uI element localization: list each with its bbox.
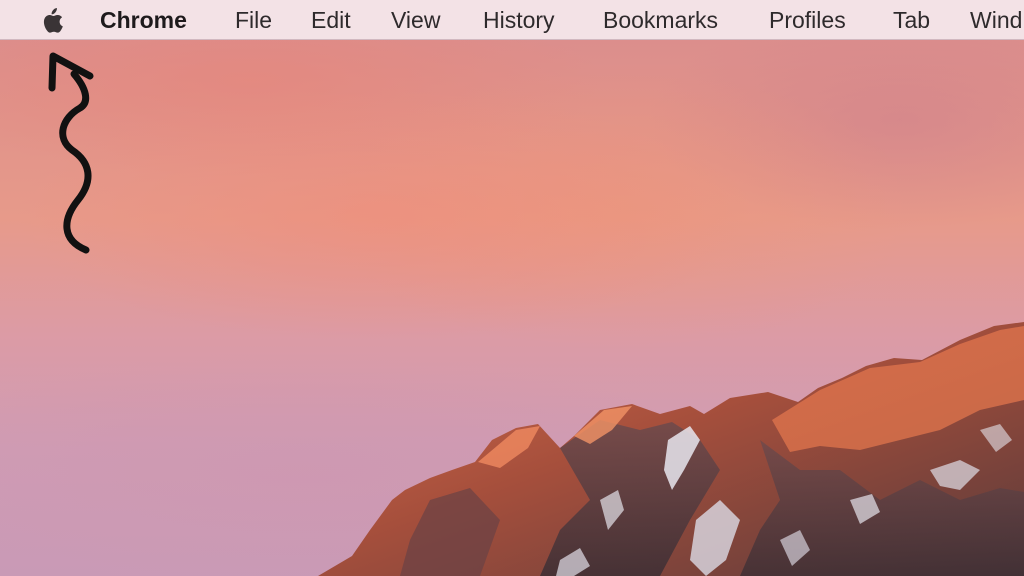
mountain-scenery [318,322,1024,576]
menu-view[interactable]: View [391,0,440,40]
menu-edit[interactable]: Edit [311,0,351,40]
apple-logo-icon[interactable] [38,7,64,35]
menu-bookmarks[interactable]: Bookmarks [603,0,718,40]
desktop: Chrome File Edit View History Bookmarks … [0,0,1024,576]
menu-file[interactable]: File [235,0,272,40]
menu-tab[interactable]: Tab [893,0,930,40]
menu-window[interactable]: Wind [970,0,1022,40]
hand-drawn-arrow-icon [48,52,94,254]
menu-history[interactable]: History [483,0,555,40]
menu-profiles[interactable]: Profiles [769,0,846,40]
menu-app-chrome[interactable]: Chrome [100,0,187,40]
menu-bar: Chrome File Edit View History Bookmarks … [0,0,1024,40]
